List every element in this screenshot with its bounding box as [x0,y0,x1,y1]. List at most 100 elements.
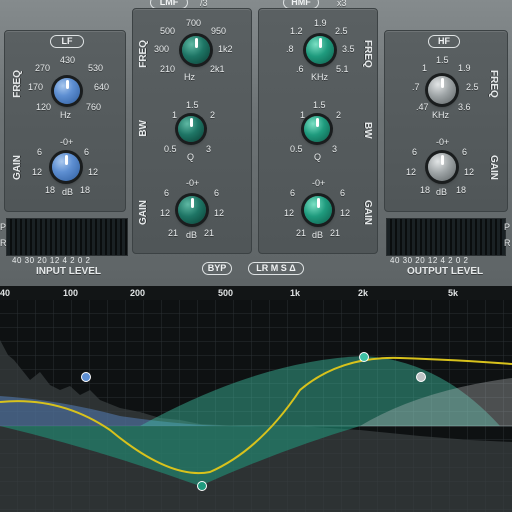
lmf-gain-tick: 6 [164,188,170,198]
hf-gain-label: GAIN [488,155,499,180]
lmf-gain-tick: -0+ [186,178,200,188]
hmf-freq-tick: 1.2 [290,26,303,36]
lmf-freq-tick: 300 [154,44,170,54]
hmf-gain-tick: 6 [290,188,296,198]
hmf-gain-unit: dB [312,230,324,240]
hmf-band-handle[interactable] [359,352,369,362]
input-meter-scale: 40 30 20 12 4 2 0 2 [12,256,91,265]
lmf-gain-tick: 12 [160,208,171,218]
hmf-freq-label: FREQ [362,40,373,68]
lmf-freq-tick: 500 [160,26,176,36]
output-level-label: OUTPUT LEVEL [407,266,484,277]
hmf-gain-tick: 12 [340,208,351,218]
hf-freq-tick: 1 [422,63,428,73]
hmf-gain-tick: 21 [330,228,341,238]
hmf-freq-unit: KHz [311,72,329,82]
lf-freq-tick: 170 [28,82,44,92]
lmf-band-handle[interactable] [197,481,207,491]
lf-title: LF [50,35,84,48]
hf-freq-label: FREQ [488,70,499,98]
lf-freq-unit: Hz [60,110,71,120]
input-channel-label: R [0,238,7,248]
hf-gain-tick: 18 [420,185,431,195]
hmf-freq-tick: 3.5 [342,44,355,54]
hmf-bw-knob[interactable] [304,116,330,142]
lf-gain-tick: 6 [37,147,43,157]
lmf-gain-tick: 21 [204,228,215,238]
lmf-tag: /3 [200,0,208,8]
freq-axis-tick: 40 [0,288,11,298]
lmf-freq-unit: Hz [184,72,195,82]
lf-gain-tick: 18 [45,185,56,195]
lf-gain-knob[interactable] [52,153,80,181]
lmf-bw-tick: 1 [172,110,178,120]
hf-gain-tick: 12 [406,167,417,177]
input-level-meter [6,218,128,256]
lmf-gain-tick: 6 [214,188,220,198]
lf-gain-tick: 12 [32,167,43,177]
lf-gain-tick: 12 [88,167,99,177]
hf-freq-tick: .47 [416,102,429,112]
hf-freq-tick: 3.6 [458,102,471,112]
hf-gain-tick: 6 [462,147,468,157]
hf-freq-unit: KHz [432,110,450,120]
hmf-freq-tick: .8 [286,44,294,54]
hf-freq-tick: .7 [412,82,420,92]
lmf-freq-tick: 950 [211,26,227,36]
hmf-gain-tick: -0+ [312,178,326,188]
hmf-gain-tick: 12 [284,208,295,218]
hmf-bw-unit: Q [314,152,322,162]
hmf-gain-tick: 21 [296,228,307,238]
lf-gain-label: GAIN [12,155,23,180]
hf-gain-knob[interactable] [428,153,456,181]
lf-freq-knob[interactable] [54,78,80,104]
lmf-freq-knob[interactable] [182,36,210,64]
lmf-gain-label: GAIN [138,200,149,225]
hmf-bw-tick: 3 [332,144,338,154]
hf-freq-knob[interactable] [428,76,456,104]
hmf-gain-knob[interactable] [304,196,332,224]
lmf-bw-unit: Q [187,152,195,162]
hf-gain-tick: 18 [456,185,467,195]
output-channel-label: P [504,222,511,232]
lmf-gain-knob[interactable] [178,196,206,224]
output-level-meter [386,218,506,256]
lf-gain-tick: 18 [80,185,91,195]
eq-graph-canvas [0,300,512,512]
hf-gain-tick: 12 [464,167,475,177]
lf-band-handle[interactable] [81,372,91,382]
channel-mode-selector[interactable]: LR M S Δ [248,262,304,275]
output-meter-scale: 40 30 20 12 4 2 0 2 [390,256,469,265]
bypass-button[interactable]: BYP [202,262,232,275]
hmf-bw-label: BW [362,122,373,139]
eq-graph[interactable] [0,300,512,512]
hmf-freq-tick: 5.1 [336,64,349,74]
hmf-tag: x3 [337,0,347,8]
hf-band-handle[interactable] [416,372,426,382]
lf-freq-tick: 120 [36,102,52,112]
lmf-bw-label: BW [138,120,149,137]
lmf-freq-tick: 700 [186,18,202,28]
hf-gain-unit: dB [436,187,448,197]
lf-gain-tick: 6 [84,147,90,157]
freq-axis-tick: 100 [63,288,79,298]
lf-freq-label: FREQ [12,70,23,98]
hf-gain-tick: -0+ [436,137,450,147]
input-channel-label: P [0,222,7,232]
freq-axis-tick: 200 [130,288,146,298]
lmf-bw-tick: 1.5 [186,100,199,110]
hmf-freq-knob[interactable] [306,36,334,64]
hf-gain-tick: 6 [412,147,418,157]
hmf-bw-tick: 1.5 [313,100,326,110]
hmf-freq-tick: 1.9 [314,18,327,28]
lf-freq-tick: 430 [60,55,76,65]
hf-freq-tick: 2.5 [466,82,479,92]
lf-gain-tick: -0+ [60,137,74,147]
hf-freq-tick: 1.9 [458,63,471,73]
hmf-freq-tick: 2.5 [335,26,348,36]
hmf-gain-label: GAIN [362,200,373,225]
lf-gain-unit: dB [62,187,74,197]
lmf-bw-knob[interactable] [178,116,204,142]
freq-axis-tick: 2k [358,288,369,298]
lmf-freq-tick: 2k1 [210,64,225,74]
